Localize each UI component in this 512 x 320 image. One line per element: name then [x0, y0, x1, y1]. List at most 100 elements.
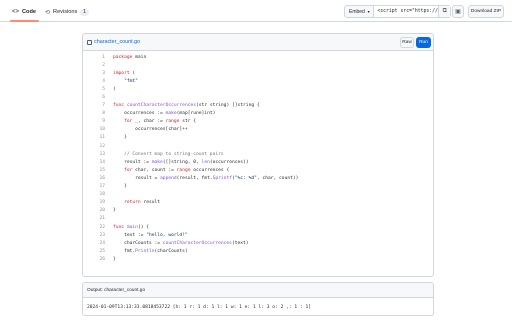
- line-content: package main: [105, 55, 146, 60]
- line-number: 1: [102, 54, 105, 60]
- line-content: return result: [105, 200, 160, 205]
- line-number: 4: [102, 78, 105, 84]
- code-line: 7 func countCharacterOccurrences(str stri…: [83, 102, 433, 110]
- code-line: 19 return result: [83, 199, 433, 207]
- code-line: 12: [83, 142, 433, 150]
- code-line: 11 }: [83, 134, 433, 142]
- download-zip-button[interactable]: Download ZIP: [468, 5, 504, 18]
- code-line: 1 package main: [83, 53, 433, 61]
- code-line: 23 text := "hello, world!": [83, 231, 433, 239]
- line-number: 21: [99, 216, 105, 222]
- code-line: 18: [83, 191, 433, 199]
- tab-revisions-label: Revisions: [53, 9, 78, 15]
- code-token: main: [126, 224, 138, 230]
- code-token: occurrences {: [190, 167, 230, 173]
- open-desktop-button[interactable]: ▣: [452, 5, 464, 18]
- code-token: countCharacterOccurrences: [162, 240, 232, 246]
- code-token: "%c: %d": [234, 175, 257, 181]
- code-token: fmt.: [113, 248, 136, 254]
- code-line: 5): [83, 85, 433, 93]
- line-content: occurrences[char]++: [105, 127, 188, 132]
- code-token: () {: [137, 224, 150, 230]
- file-name: character_count.go: [94, 39, 141, 45]
- line-content: func countCharacterOccurrences(str strin…: [105, 103, 260, 108]
- line-number: 9: [102, 119, 105, 125]
- line-number: 24: [99, 240, 105, 246]
- code-line: 22 func main() {: [83, 223, 433, 231]
- code-token: }: [113, 208, 116, 214]
- line-number: 13: [99, 151, 105, 157]
- code-line: 4 "fmt": [83, 77, 433, 85]
- embed-dropdown-button[interactable]: Embed ▼: [345, 6, 375, 17]
- line-content: func main() {: [105, 225, 149, 230]
- line-number: 17: [99, 184, 105, 190]
- code-line: 25 fmt.Println(charCounts): [83, 247, 433, 255]
- code-token: (occurrences)): [209, 159, 249, 165]
- code-token: make: [165, 111, 177, 117]
- output-title: Output: character_count.go: [83, 283, 433, 298]
- code-line: 20}: [83, 207, 433, 215]
- code-token: text :=: [113, 232, 147, 238]
- file-header: character_count.go Raw Run: [83, 34, 433, 51]
- code-line: 21: [83, 215, 433, 223]
- code-token: "hello, world!": [146, 232, 188, 238]
- top-bar: <> Code ⟲ Revisions 1 Embed ▼ <script sr…: [0, 0, 512, 22]
- embed-label: Embed: [349, 8, 365, 15]
- code-token: result: [140, 200, 161, 206]
- file-name-link[interactable]: character_count.go: [87, 39, 140, 45]
- line-content: // Convert map to string-count pairs: [105, 152, 224, 157]
- line-content: text := "hello, world!": [105, 233, 188, 238]
- code-line: 15 for char, count := range occurrences …: [83, 166, 433, 174]
- code-icon: <>: [12, 9, 20, 15]
- code-token: (map[rune]int): [176, 111, 216, 117]
- code-token: range: [176, 167, 191, 173]
- code-line: 26}: [83, 255, 433, 263]
- code-token: ([]string, 0,: [162, 159, 202, 165]
- code-token: Sprintf: [212, 175, 232, 181]
- code-token: _, char :=: [132, 119, 166, 125]
- code-line: 10 occurrences[char]++: [83, 126, 433, 134]
- line-number: 12: [99, 143, 105, 149]
- line-content: }: [105, 208, 116, 213]
- embed-code-input[interactable]: <script src="https://: [374, 6, 439, 17]
- code-token: (str string) []string {: [196, 103, 260, 109]
- line-content: result = append(result, fmt.Sprintf("%c:…: [105, 176, 298, 181]
- code-line: 14 result := make([]string, 0, len(occur…: [83, 158, 433, 166]
- line-number: 20: [99, 208, 105, 214]
- run-button[interactable]: Run: [416, 37, 431, 48]
- tab-revisions[interactable]: ⟲ Revisions 1: [45, 6, 90, 18]
- code-line: 9 for _, char := range str {: [83, 118, 433, 126]
- code-token: append: [160, 175, 177, 181]
- code-token: make: [151, 159, 163, 165]
- line-number: 18: [99, 192, 105, 198]
- copy-icon[interactable]: ⧉: [438, 6, 451, 17]
- output-box: Output: character_count.go 2024-01-09T13…: [82, 282, 434, 316]
- code-token: ): [113, 86, 116, 92]
- code-token: }: [113, 184, 127, 190]
- code-token: func: [113, 224, 125, 230]
- line-content: charCounts := countCharacterOccurrences(…: [105, 241, 249, 246]
- code-line: 24 charCounts := countCharacterOccurrenc…: [83, 239, 433, 247]
- line-content: for _, char := range str {: [105, 119, 196, 124]
- tab-code[interactable]: <> Code: [12, 6, 36, 18]
- line-number: 14: [99, 159, 105, 165]
- code-line: 2: [83, 61, 433, 69]
- code-token: "fmt": [113, 78, 138, 84]
- code-line: 6: [83, 93, 433, 101]
- line-number: 10: [99, 127, 105, 133]
- code-token: main: [132, 54, 147, 60]
- code-token: len: [201, 159, 210, 165]
- file-box: character_count.go Raw Run 1 package main…: [82, 33, 434, 277]
- code-token: (result, fmt.: [176, 175, 213, 181]
- line-number: 2: [102, 62, 105, 68]
- file-code-icon: [87, 39, 92, 45]
- code-view: 1 package main 2 3 import (4 "fmt" 5) 6 7 func c…: [83, 51, 433, 263]
- line-number: 3: [102, 70, 105, 76]
- line-number: 22: [99, 224, 105, 230]
- code-token: func: [113, 103, 125, 109]
- code-token: charCounts :=: [113, 240, 163, 246]
- raw-button[interactable]: Raw: [400, 37, 414, 48]
